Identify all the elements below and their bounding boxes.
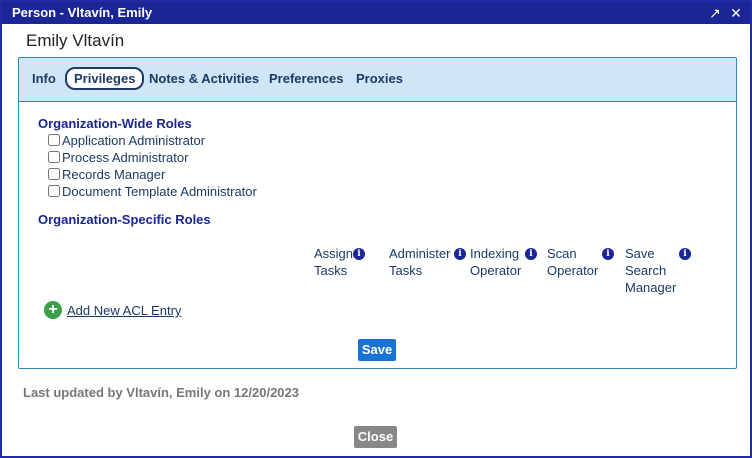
- tab-notes-activities[interactable]: Notes & Activities: [149, 71, 259, 86]
- org-wide-roles-heading: Organization-Wide Roles: [38, 116, 192, 131]
- title-bar[interactable]: Person - Vltavín, Emily ↗ ✕: [2, 2, 750, 24]
- window-title: Person - Vltavín, Emily: [12, 5, 153, 20]
- role-process-administrator[interactable]: Process Administrator: [48, 150, 188, 166]
- column-header-scan-operator: Scan Operator: [547, 246, 599, 278]
- info-icon[interactable]: i: [525, 248, 537, 260]
- person-name: Emily Vltavín: [26, 31, 125, 50]
- role-checkbox[interactable]: [48, 185, 60, 197]
- close-icon[interactable]: ✕: [728, 5, 744, 21]
- role-checkbox[interactable]: [48, 134, 60, 146]
- org-specific-roles-heading: Organization-Specific Roles: [38, 212, 211, 227]
- role-label: Records Manager: [62, 167, 166, 182]
- last-updated-text: Last updated by Vltavín, Emily on 12/20/…: [23, 385, 299, 400]
- tab-proxies[interactable]: Proxies: [356, 71, 403, 86]
- role-records-manager[interactable]: Records Manager: [48, 167, 165, 183]
- info-icon[interactable]: i: [679, 248, 691, 260]
- role-label: Application Administrator: [62, 133, 206, 148]
- column-header-indexing-operator: Indexing Operator: [470, 246, 522, 278]
- person-dialog: Person - Vltavín, Emily ↗ ✕ Emily Vltaví…: [0, 0, 752, 458]
- column-header-save-search-manager: Save Search Manager: [625, 246, 677, 295]
- role-application-administrator[interactable]: Application Administrator: [48, 133, 205, 149]
- close-button[interactable]: Close: [354, 426, 397, 448]
- add-acl-entry-link[interactable]: Add New ACL Entry: [67, 303, 181, 318]
- column-header-assign-tasks: Assign Tasks: [314, 246, 354, 278]
- tab-preferences[interactable]: Preferences: [269, 71, 343, 86]
- info-icon[interactable]: i: [454, 248, 466, 260]
- role-label: Process Administrator: [62, 150, 189, 165]
- info-icon[interactable]: i: [602, 248, 614, 260]
- role-label: Document Template Administrator: [62, 184, 257, 199]
- role-checkbox[interactable]: [48, 168, 60, 180]
- role-checkbox[interactable]: [48, 151, 60, 163]
- role-document-template-administrator[interactable]: Document Template Administrator: [48, 184, 257, 200]
- tab-bar: Info Privileges Notes & Activities Prefe…: [19, 58, 736, 102]
- column-header-administer-tasks: Administer Tasks: [389, 246, 451, 278]
- tab-info[interactable]: Info: [32, 71, 56, 86]
- popout-icon[interactable]: ↗: [707, 5, 723, 21]
- tab-privileges[interactable]: Privileges: [65, 67, 145, 90]
- save-button[interactable]: Save: [358, 339, 396, 361]
- plus-circle-icon[interactable]: +: [44, 301, 62, 319]
- privileges-panel: Info Privileges Notes & Activities Prefe…: [18, 57, 737, 369]
- info-icon[interactable]: i: [353, 248, 365, 260]
